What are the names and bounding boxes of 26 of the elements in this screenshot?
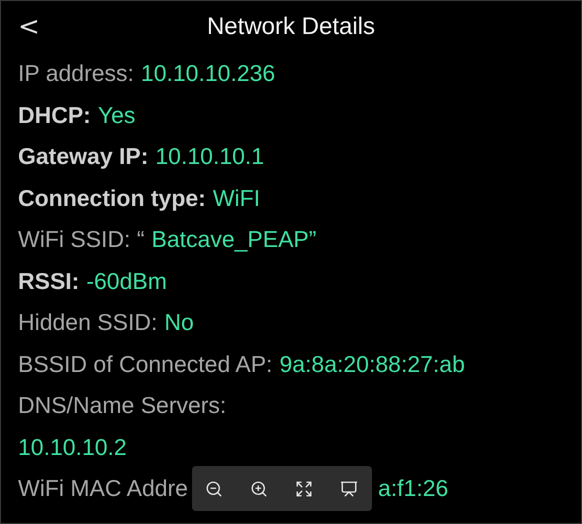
field-value: 10.10.10.2	[18, 434, 127, 461]
field-value: 9a:8a:20:88:27:ab	[279, 350, 465, 378]
field-label: Gateway IP:	[18, 143, 148, 170]
zoom-out-icon	[205, 480, 224, 498]
field-label: IP address:	[18, 60, 134, 88]
field-label: WiFi MAC Addre	[18, 475, 188, 502]
field-label: BSSID of Connected AP:	[18, 350, 272, 378]
field-label: DHCP:	[18, 102, 91, 129]
zoom-in-icon	[250, 480, 268, 498]
field-value: Yes	[98, 102, 136, 129]
field-value: a:f1:26	[378, 475, 448, 502]
field-value: Batcave_PEAP”	[152, 226, 316, 254]
field-value: -60dBm	[86, 268, 167, 295]
back-button[interactable]: <	[18, 14, 40, 40]
field-label: WiFi SSID: “	[18, 226, 144, 254]
field-label: DNS/Name Servers:	[18, 392, 226, 420]
field-label: Connection type:	[18, 184, 206, 212]
field-value: No	[164, 309, 194, 336]
field-label: Hidden SSID:	[18, 309, 158, 336]
field-value: 10.10.10.1	[155, 143, 264, 170]
field-value: 10.10.10.236	[140, 60, 276, 88]
field-label: RSSI:	[18, 268, 80, 295]
presentation-icon	[340, 480, 358, 498]
expand-icon	[295, 480, 314, 498]
screen-title: Network Details	[206, 13, 376, 40]
field-value: WiFI	[212, 184, 260, 212]
